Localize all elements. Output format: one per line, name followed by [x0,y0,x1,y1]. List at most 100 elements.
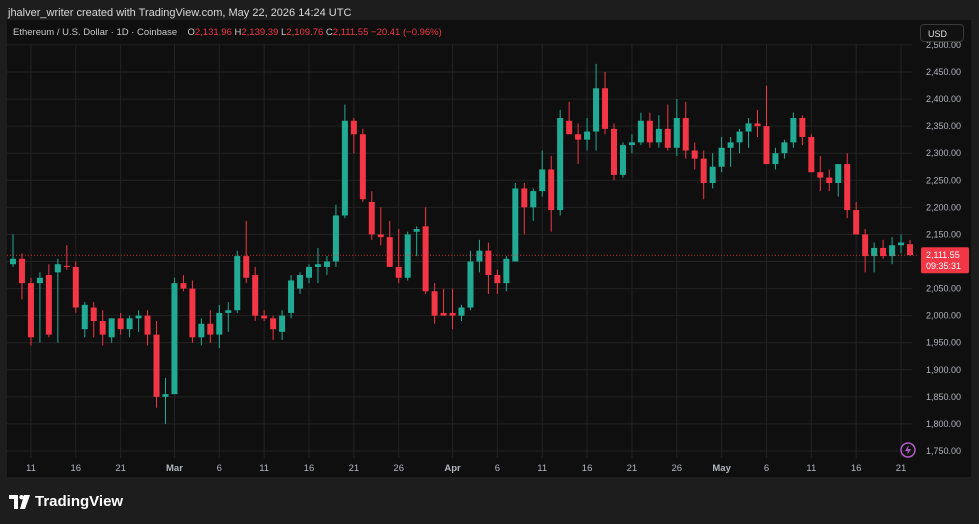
candle-body-down [45,275,52,335]
x-axis-tick-label: 26 [671,463,682,474]
candle-body-down [422,226,429,292]
legend-open-value: 2,131.96 [194,27,232,38]
y-axis-tick-label: 2,000.00 [926,311,961,321]
candle-body-down [90,307,97,322]
candle-body-down [763,126,770,165]
candle-body-up [108,318,115,338]
candle-body-down [431,291,438,316]
candle-body-down [844,164,851,211]
candle-body-up [835,164,842,183]
candle-body-down [575,134,582,140]
candle-body-up [126,318,133,330]
candle-body-down [440,312,447,316]
candle-body-down [243,256,250,278]
candle-body-up [404,234,411,278]
legend-close-value: 2,111.55 [332,27,369,38]
candle-body-up [171,283,178,395]
candle-body-up [718,147,725,167]
candle-body-up [557,118,564,211]
candle-body-down [602,88,609,129]
y-axis-tick-label: 2,350.00 [926,121,961,131]
candle-body-up [476,250,483,262]
candle-body-up [314,264,321,267]
candle-body-up [530,191,537,208]
candle-body-up [512,188,519,262]
chart-panel[interactable]: 2,500.00 2,450.00 2,400.00 2,350.00 2,300.00… [7,20,971,477]
lightning-badge-icon[interactable] [900,442,916,458]
candle-body-up [628,142,635,146]
candle-body-up [584,131,591,140]
legend-high-value: 2,139.39 [241,27,279,38]
candle-body-up [306,266,313,278]
x-axis-tick-label: 11 [259,463,269,474]
candle-body-down [63,265,70,267]
x-axis-tick-label: 6 [495,463,500,474]
candlestick-chart[interactable]: 2,500.002,450.002,400.002,350.002,300.00… [7,20,971,477]
candle-body-down [359,134,366,200]
candle-body-down [646,120,653,143]
x-axis-tick-label: 16 [304,463,315,474]
x-axis-tick-label: 21 [896,463,907,474]
candle-body-down [207,323,214,335]
y-axis-tick-label: 2,050.00 [926,284,961,294]
candle-body-down [252,275,259,316]
candle-body-up [745,123,752,132]
candle-body-down [368,201,375,235]
candle-body-down [189,288,196,338]
tradingview-logo-text: TradingView [35,493,124,510]
candle-body-down [610,128,617,175]
candle-body-up [81,304,88,330]
x-axis-tick-label: 16 [851,463,862,474]
candle-body-up [413,229,420,232]
candle-body-down [754,123,761,127]
y-axis-tick-label: 1,950.00 [926,338,961,348]
candle-body-down [485,250,492,276]
candle-body-down [664,128,671,148]
candle-body-up [216,312,223,335]
candle-body-down [799,118,806,137]
legend-open-key: O [187,27,195,38]
candle-body-up [467,261,474,308]
currency-button[interactable]: USD [920,24,964,42]
candle-body-down [548,169,555,211]
candle-body-down [808,136,815,173]
candle-body-down [682,118,689,151]
x-axis-tick-label: 11 [537,463,547,474]
candle-body-down [153,334,160,397]
tradingview-logo[interactable]: TradingView [9,492,123,512]
candle-body-down [907,244,913,256]
y-axis-tick-label: 1,750.00 [926,446,961,456]
candle-body-up [889,245,896,257]
x-axis-tick-label: 11 [26,463,36,474]
x-axis-tick-label: 16 [71,463,82,474]
x-axis-tick-label: Mar [166,463,183,474]
candle-body-down [27,283,34,338]
candle-body-up [54,264,61,273]
candle-body-down [395,266,402,278]
candle-body-up [279,315,286,332]
candle-body-up [898,242,905,246]
candle-body-up [10,258,16,265]
candle-body-down [566,120,573,135]
candle-body-up [637,120,644,143]
symbol-legend: Ethereum / U.S. Dollar · 1D · Coinbase O… [13,26,442,40]
candle-body-up [709,166,716,183]
candle-body-down [18,258,25,284]
tradingview-logo-icon [9,495,30,509]
legend-symbol: Ethereum / U.S. Dollar · 1D · Coinbase [13,27,178,38]
candle-body-up [288,280,295,313]
candle-body-down [270,318,277,330]
y-axis-tick-label: 2,150.00 [926,229,961,239]
candle-body-up [297,275,304,289]
price-tag-price: 2,111.55 [926,250,960,260]
x-axis-tick-label: Apr [444,463,461,474]
chart-caption: jhalver_writer created with TradingView.… [8,7,352,19]
legend-low-value: 2,109.76 [286,27,324,38]
candle-body-up [727,142,734,148]
candle-body-down [521,188,528,208]
candle-body-down [350,120,357,135]
candle-body-down [691,150,698,159]
candle-body-down [117,318,124,330]
x-axis-tick-label: 21 [349,463,360,474]
legend-change: −20.41 (−0.96%) [371,27,442,38]
